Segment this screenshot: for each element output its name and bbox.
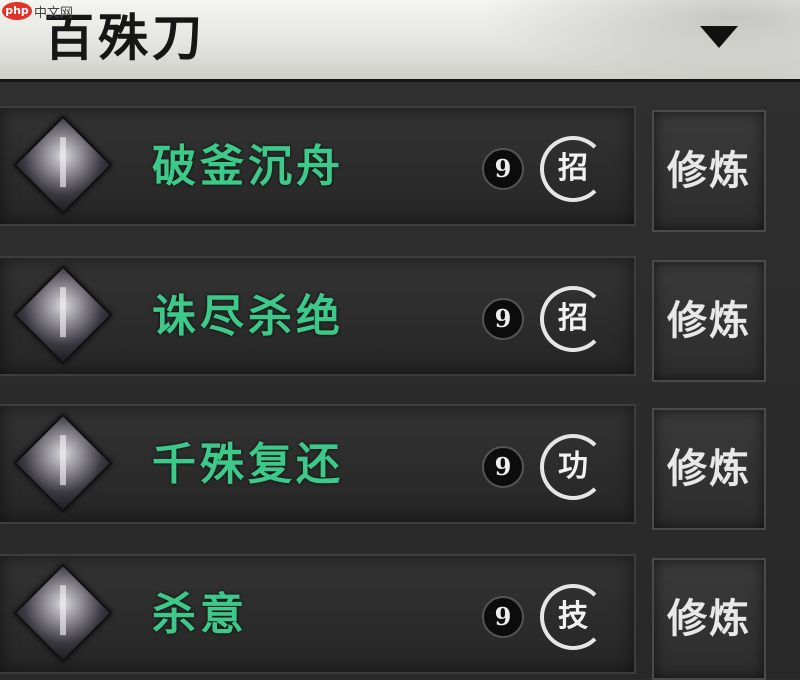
skill-level-badge: 9 bbox=[482, 596, 524, 638]
skill-level-badge: 9 bbox=[482, 148, 524, 190]
skill-type-badge: 招 bbox=[540, 136, 606, 202]
skill-level-badge: 9 bbox=[482, 298, 524, 340]
skill-list: 破釜沉舟 9 招 修炼 诛尽杀绝 9 招 修炼 千殊复还 9 功 修炼 杀意 9… bbox=[0, 82, 800, 680]
train-button[interactable]: 修炼 bbox=[652, 408, 766, 530]
train-button[interactable]: 修炼 bbox=[652, 110, 766, 232]
train-button[interactable]: 修炼 bbox=[652, 558, 766, 680]
skill-name: 诛尽杀绝 bbox=[152, 291, 344, 342]
skill-icon bbox=[13, 115, 113, 215]
weapon-dropdown[interactable]: php 中文网 百殊刀 bbox=[0, 0, 800, 82]
skill-type-badge: 招 bbox=[540, 286, 606, 352]
skill-icon bbox=[13, 413, 113, 513]
skill-name: 破釜沉舟 bbox=[152, 141, 344, 192]
skill-type-badge: 技 bbox=[540, 584, 606, 650]
skill-icon bbox=[13, 563, 113, 663]
skill-icon bbox=[13, 265, 113, 365]
dropdown-arrow-icon[interactable] bbox=[700, 26, 738, 48]
skill-level-badge: 9 bbox=[482, 446, 524, 488]
skill-row: 杀意 9 技 bbox=[0, 554, 636, 674]
skill-name: 千殊复还 bbox=[152, 439, 344, 490]
skill-row: 诛尽杀绝 9 招 bbox=[0, 256, 636, 376]
skill-row: 千殊复还 9 功 bbox=[0, 404, 636, 524]
site-logo: php bbox=[2, 2, 32, 20]
skill-name: 杀意 bbox=[152, 589, 248, 640]
train-button[interactable]: 修炼 bbox=[652, 260, 766, 382]
site-watermark: 中文网 bbox=[34, 6, 74, 21]
skill-row: 破釜沉舟 9 招 bbox=[0, 106, 636, 226]
skill-type-badge: 功 bbox=[540, 434, 606, 500]
